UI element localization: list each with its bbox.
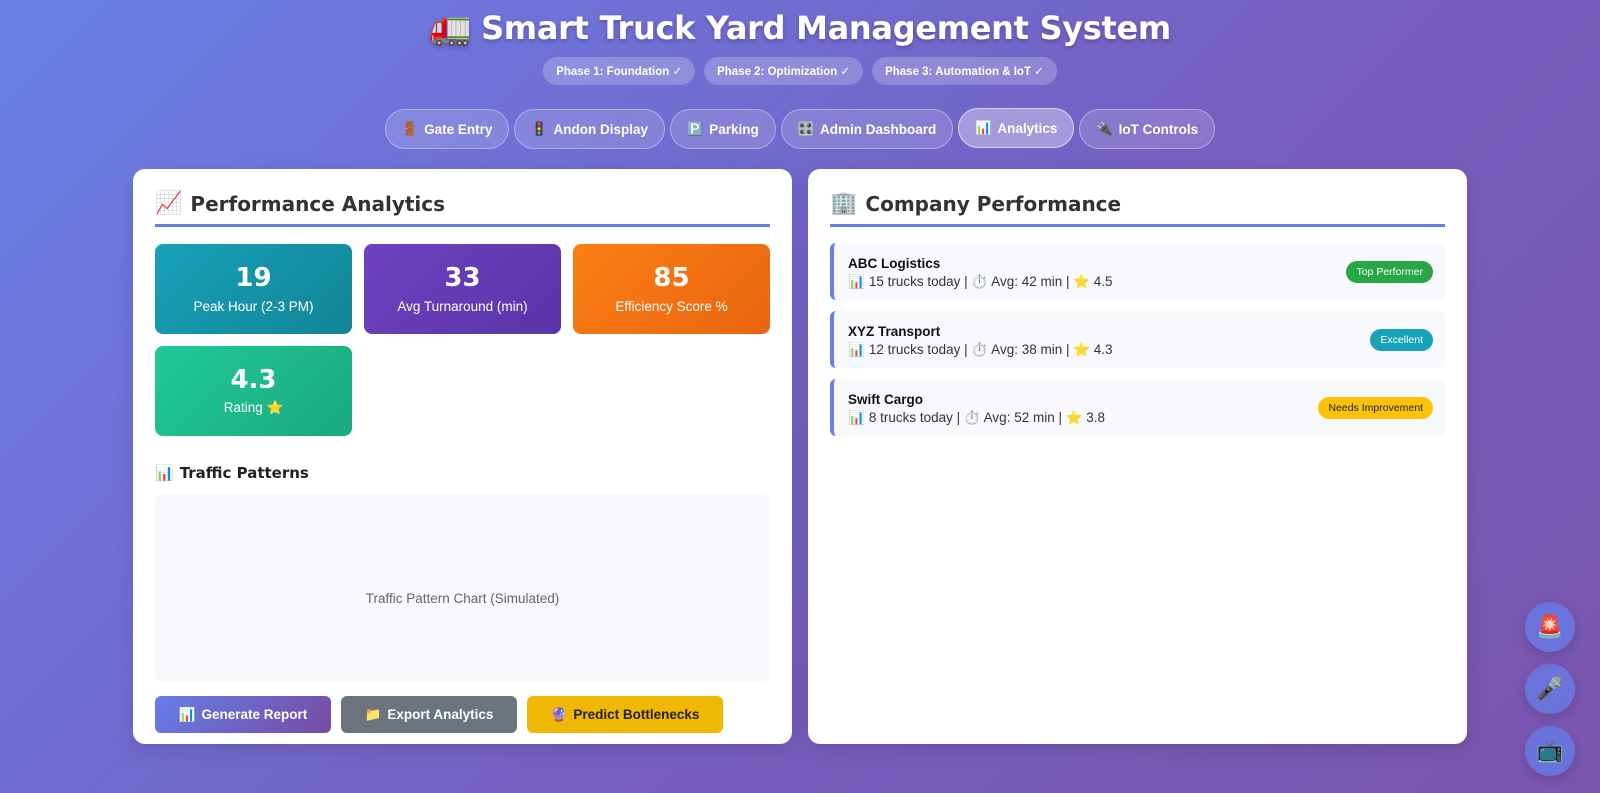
voice-command-button[interactable]: 🎤 [1525,664,1575,714]
phase-badges: Phase 1: Foundation ✓ Phase 2: Optimizat… [0,57,1600,85]
stat-value: 19 [235,263,272,294]
company-card-xyz-transport: XYZ Transport 📊 12 trucks today | ⏱️ Avg… [830,311,1445,368]
status-badge: Excellent [1370,328,1433,351]
tab-analytics[interactable]: 📊 Analytics [958,108,1075,148]
company-meta-text: 12 trucks today | ⏱️ Avg: 38 min | ⭐ 4.3 [868,342,1113,357]
door-icon: 🚪 [401,121,419,136]
traffic-patterns-title: 📊 Traffic Patterns [155,464,770,482]
company-meta: 📊 15 trucks today | ⏱️ Avg: 42 min | ⭐ 4… [848,274,1431,290]
panel-title: 📈 Performance Analytics [155,191,770,227]
stat-card-avg-turnaround: 33 Avg Turnaround (min) [364,244,561,334]
panel-title: 🏢 Company Performance [830,191,1445,227]
page-title: 🚛 Smart Truck Yard Management System [429,8,1171,48]
button-label: Predict Bottlenecks [573,707,700,722]
emergency-button[interactable]: 🚨 [1525,602,1575,652]
truck-icon: 🚛 [429,8,472,48]
bar-chart-icon: 📊 [848,274,865,289]
stat-label: Rating ⭐ [223,400,284,416]
office-building-icon: 🏢 [830,191,858,216]
tab-label: Gate Entry [424,121,493,137]
phase-badge-2: Phase 2: Optimization ✓ [704,57,864,85]
traffic-pattern-chart: Traffic Pattern Chart (Simulated) [155,494,770,682]
company-performance-panel: 🏢 Company Performance ABC Logistics 📊 15… [808,169,1467,744]
phase-badge-1: Phase 1: Foundation ✓ [543,57,696,85]
tv-icon: 📺 [1536,738,1564,763]
plug-icon: 🔌 [1096,121,1113,136]
stat-label: Avg Turnaround (min) [397,298,528,314]
traffic-patterns-title-text: Traffic Patterns [179,464,309,482]
crystal-ball-icon: 🔮 [550,706,568,722]
phase-badge-3: Phase 3: Automation & IoT ✓ [872,57,1057,85]
traffic-light-icon: 🚦 [531,121,548,136]
export-analytics-button[interactable]: 📁 Export Analytics [341,696,517,733]
parking-icon: 🅿️ [687,121,704,136]
tab-label: Admin Dashboard [819,121,937,137]
generate-report-button[interactable]: 📊 Generate Report [155,696,331,733]
stat-cards: 19 Peak Hour (2-3 PM) 33 Avg Turnaround … [155,244,770,436]
tab-label: IoT Controls [1118,121,1199,137]
chart-increasing-icon: 📈 [155,191,183,216]
company-meta-text: 15 trucks today | ⏱️ Avg: 42 min | ⭐ 4.5 [868,274,1113,289]
stat-value: 33 [444,263,481,294]
tab-label: Parking [709,121,759,137]
stat-value: 85 [653,263,690,294]
stat-card-efficiency: 85 Efficiency Score % [573,244,770,334]
company-name: ABC Logistics [848,256,941,271]
predict-bottlenecks-button[interactable]: 🔮 Predict Bottlenecks [527,696,723,733]
button-label: Generate Report [201,707,308,722]
tab-iot-controls[interactable]: 🔌 IoT Controls [1079,109,1216,149]
stat-card-rating: 4.3 Rating ⭐ [155,346,352,436]
bar-chart-icon: 📊 [178,706,196,722]
company-card-abc-logistics: ABC Logistics 📊 15 trucks today | ⏱️ Avg… [830,243,1445,300]
bar-chart-icon: 📊 [975,120,992,135]
tab-andon-display[interactable]: 🚦 Andon Display [514,109,666,149]
button-label: Export Analytics [387,707,494,722]
performance-analytics-panel: 📈 Performance Analytics 19 Peak Hour (2-… [133,169,792,744]
company-meta: 📊 12 trucks today | ⏱️ Avg: 38 min | ⭐ 4… [848,342,1431,358]
tab-label: Analytics [997,120,1058,136]
company-card-swift-cargo: Swift Cargo 📊 8 trucks today | ⏱️ Avg: 5… [830,379,1445,436]
bar-chart-icon: 📊 [848,342,865,357]
status-badge: Top Performer [1346,260,1433,283]
tab-gate-entry[interactable]: 🚪 Gate Entry [384,109,510,149]
app-header: 🚛 Smart Truck Yard Management System Pha… [0,0,1600,85]
tab-label: Andon Display [553,121,649,137]
chart-placeholder-text: Traffic Pattern Chart (Simulated) [365,590,560,606]
panel-title-text: Performance Analytics [190,191,446,216]
page-title-text: Smart Truck Yard Management System [481,9,1171,47]
status-badge: Needs Improvement [1318,396,1433,419]
siren-icon: 🚨 [1536,614,1564,639]
bar-chart-icon: 📊 [848,410,865,425]
stat-label: Peak Hour (2-3 PM) [193,298,314,314]
microphone-icon: 🎤 [1536,676,1564,701]
control-knobs-icon: 🎛️ [797,121,814,136]
panel-title-text: Company Performance [865,191,1122,216]
folder-icon: 📁 [364,706,382,722]
stat-card-peak-hour: 19 Peak Hour (2-3 PM) [155,244,352,334]
bar-chart-icon: 📊 [155,464,174,482]
stat-label: Efficiency Score % [615,298,728,314]
tab-admin-dashboard[interactable]: 🎛️ Admin Dashboard [780,109,954,149]
tv-display-button[interactable]: 📺 [1525,726,1575,776]
company-meta-text: 8 trucks today | ⏱️ Avg: 52 min | ⭐ 3.8 [868,410,1106,425]
analytics-actions: 📊 Generate Report 📁 Export Analytics 🔮 P… [155,696,770,733]
main-nav: 🚪 Gate Entry 🚦 Andon Display 🅿️ Parking … [0,108,1600,149]
tab-parking[interactable]: 🅿️ Parking [670,109,776,149]
stat-value: 4.3 [230,364,277,395]
company-name: XYZ Transport [848,324,941,339]
